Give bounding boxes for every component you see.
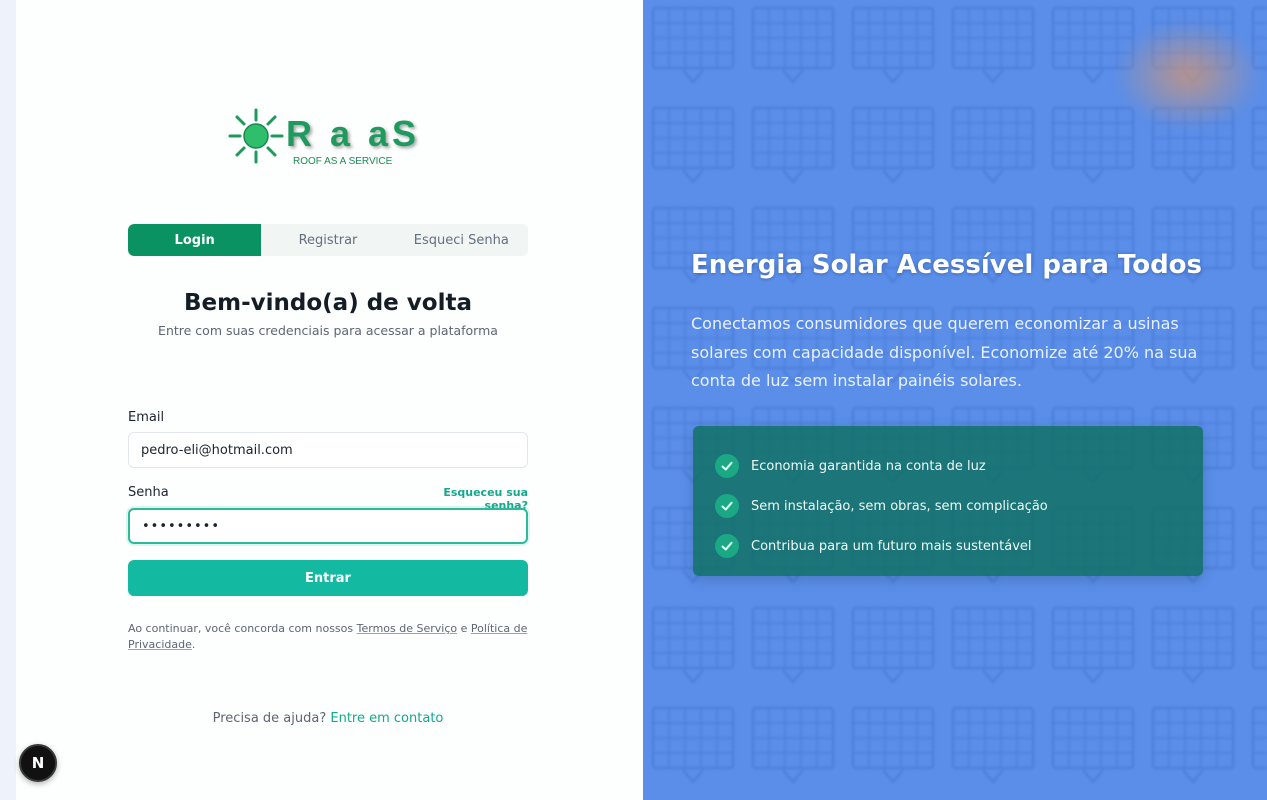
feature-item: Contribua para um futuro mais sustentáve… <box>715 526 1181 566</box>
solar-panel-tile <box>1252 707 1267 769</box>
solar-panel-tile <box>1252 407 1267 469</box>
solar-panel-tile <box>752 607 834 684</box>
welcome-subtitle: Entre com suas credenciais para acessar … <box>158 323 498 338</box>
check-icon <box>715 534 739 558</box>
solar-panel-tile <box>1052 607 1134 684</box>
solar-panel-tile <box>1252 507 1267 569</box>
help-text: Precisa de ajuda? Entre em contato <box>128 711 528 726</box>
terms-of-service-link[interactable]: Termos de Serviço <box>357 622 457 635</box>
solar-panel-tile <box>952 107 1034 184</box>
email-label: Email <box>128 410 165 425</box>
hero-description: Conectamos consumidores que querem econo… <box>691 314 1198 390</box>
solar-panel-tile <box>1252 607 1267 669</box>
feature-item: Sem instalação, sem obras, sem complicaç… <box>715 486 1181 526</box>
terms-and: e <box>457 622 471 635</box>
solar-panel-tile <box>1052 707 1134 784</box>
feature-text: Sem instalação, sem obras, sem complicaç… <box>751 498 1048 514</box>
solar-panel-tile <box>952 7 1034 84</box>
email-value: pedro-eli@hotmail.com <box>141 442 293 458</box>
dev-tools-badge[interactable]: N <box>19 744 57 782</box>
solar-panel-tile <box>752 707 834 784</box>
solar-panel-tile <box>752 107 834 184</box>
solar-panel-tile <box>1252 207 1267 269</box>
left-edge-strip <box>0 0 16 800</box>
email-field[interactable]: pedro-eli@hotmail.com <box>128 432 528 468</box>
brand-name: R a aS <box>286 113 421 154</box>
password-value: ••••••••• <box>142 518 221 534</box>
tab-register[interactable]: Registrar <box>261 224 394 256</box>
feature-text: Contribua para um futuro mais sustentáve… <box>751 538 1032 554</box>
solar-panel-tile <box>952 607 1034 684</box>
solar-panel-tile <box>852 7 934 84</box>
login-button[interactable]: Entrar <box>128 560 528 596</box>
auth-tabs: Login Registrar Esqueci Senha <box>128 224 528 256</box>
check-icon <box>715 494 739 518</box>
contact-link[interactable]: Entre em contato <box>330 711 443 726</box>
help-prefix: Precisa de ajuda? <box>212 711 331 726</box>
solar-panel-tile <box>852 607 934 684</box>
sun-glow <box>1113 20 1263 130</box>
solar-panel-tile <box>1152 607 1234 684</box>
tab-login[interactable]: Login <box>128 224 262 256</box>
solar-panel-tile <box>1252 107 1267 169</box>
features-card: Economia garantida na conta de luz Sem i… <box>693 426 1203 576</box>
check-icon <box>715 454 739 478</box>
terms-suffix: . <box>191 638 196 651</box>
terms-notice: Ao continuar, você concorda com nossos T… <box>128 621 528 653</box>
solar-panel-tile <box>1052 107 1134 184</box>
solar-panel-tile <box>652 607 734 684</box>
password-label: Senha <box>128 485 169 500</box>
solar-panel-tile <box>652 707 734 784</box>
solar-panel-tile <box>752 7 834 84</box>
terms-prefix: Ao continuar, você concorda com nossos <box>128 622 357 635</box>
solar-panel-tile <box>1252 307 1267 369</box>
brand-logo: R a aS ROOF AS A SERVICE <box>228 108 416 170</box>
feature-item: Economia garantida na conta de luz <box>715 446 1181 486</box>
solar-panel-tile <box>652 7 734 84</box>
tab-forgot-password[interactable]: Esqueci Senha <box>395 224 528 256</box>
solar-panel-tile <box>952 707 1034 784</box>
brand-tagline: ROOF AS A SERVICE <box>293 156 393 167</box>
solar-panel-tile <box>852 107 934 184</box>
feature-text: Economia garantida na conta de luz <box>751 458 986 474</box>
hero-title: Energia Solar Acessível para Todos <box>691 250 1203 280</box>
solar-panel-tile <box>652 107 734 184</box>
solar-panel-tile <box>1152 707 1234 784</box>
sun-icon <box>228 108 284 164</box>
password-field[interactable]: ••••••••• <box>128 508 528 544</box>
hero-panel: Energia Solar Acessível para Todos Conec… <box>643 0 1267 800</box>
solar-panel-tile <box>852 707 934 784</box>
welcome-title: Bem-vindo(a) de volta <box>184 290 472 316</box>
